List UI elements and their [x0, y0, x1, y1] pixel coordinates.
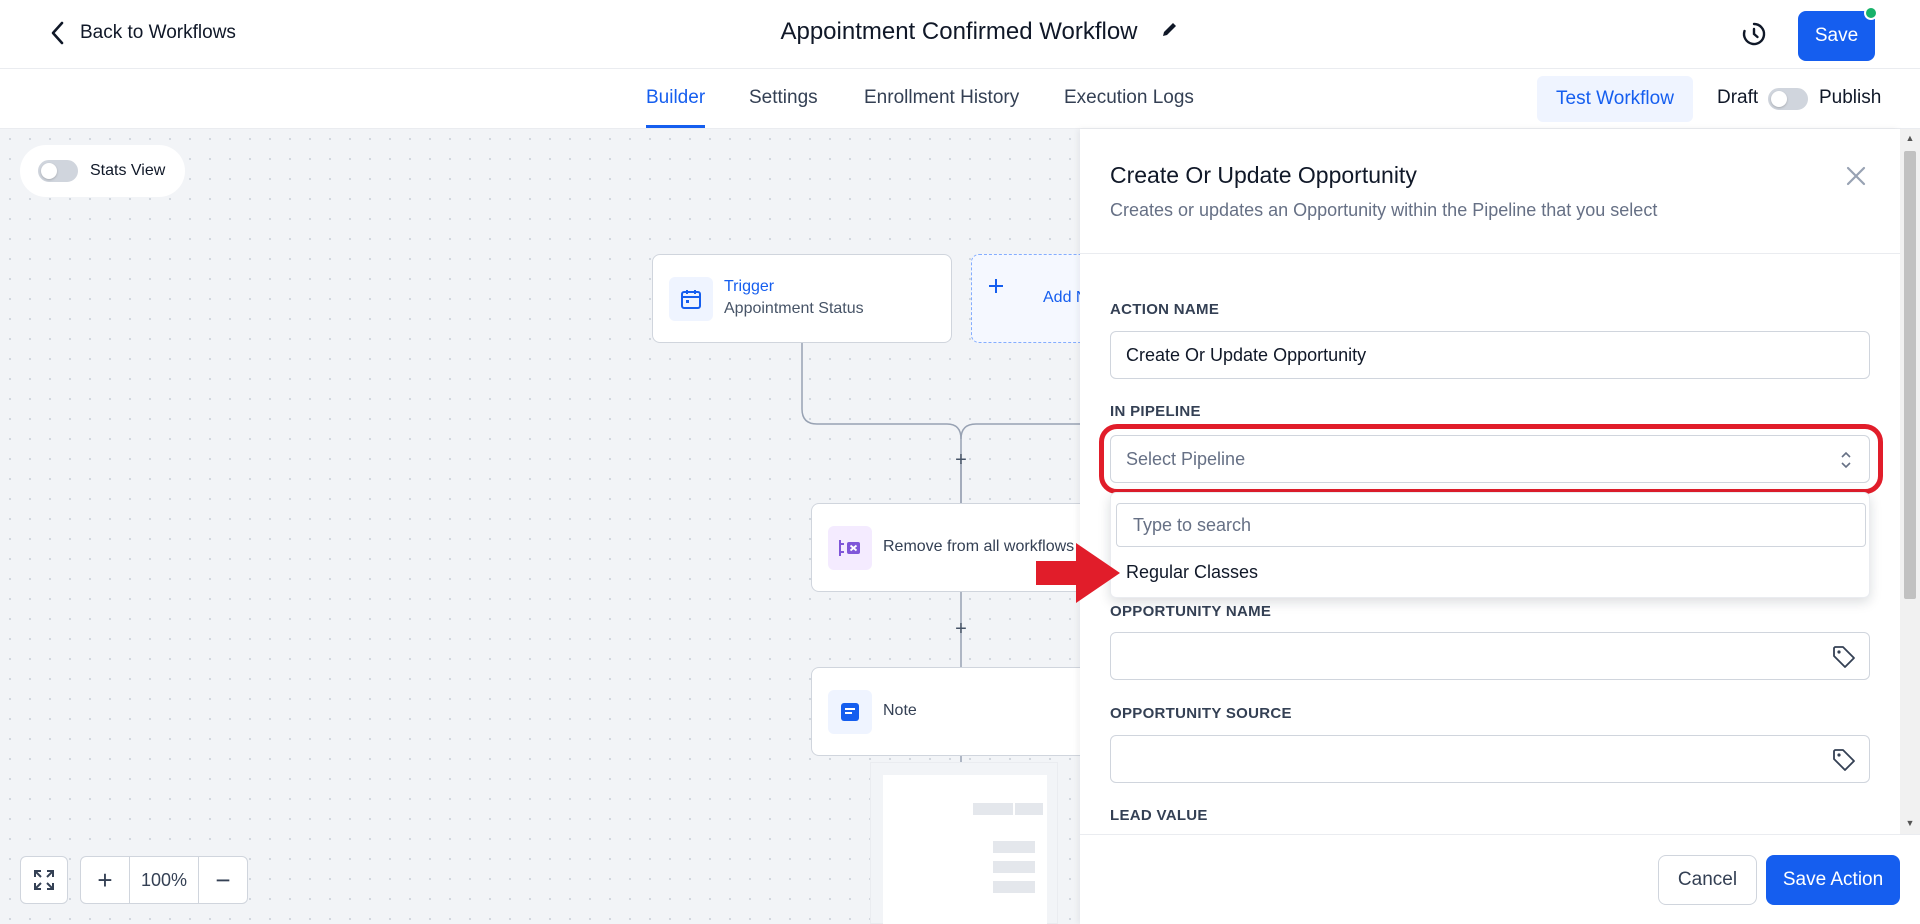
trigger-node[interactable]: Trigger Appointment Status — [652, 254, 952, 343]
in-pipeline-label: IN PIPELINE — [1110, 403, 1201, 420]
add-step-plus-icon[interactable]: + — [951, 619, 971, 639]
cancel-button[interactable]: Cancel — [1658, 855, 1757, 905]
tab-builder[interactable]: Builder — [646, 87, 705, 109]
zoom-in-button[interactable]: + — [81, 857, 129, 903]
draft-label: Draft — [1717, 87, 1759, 108]
opportunity-name-label: OPPORTUNITY NAME — [1110, 603, 1272, 620]
tab-execution-logs[interactable]: Execution Logs — [1064, 87, 1194, 109]
publish-label: Publish — [1819, 87, 1882, 108]
lead-value-label: LEAD VALUE — [1110, 807, 1208, 824]
calendar-icon — [669, 277, 713, 321]
scrollbar-thumb[interactable] — [1904, 151, 1916, 599]
back-label: Back to Workflows — [80, 22, 236, 43]
history-icon[interactable] — [1740, 20, 1768, 48]
action-panel: Create Or Update Opportunity Creates or … — [1080, 129, 1900, 924]
note-node[interactable]: Note — [811, 667, 1080, 756]
opportunity-source-input[interactable] — [1110, 735, 1870, 783]
active-tab-indicator — [646, 125, 705, 128]
action-name-label: ACTION NAME — [1110, 301, 1220, 318]
tab-enrollment-history[interactable]: Enrollment History — [864, 87, 1019, 109]
back-to-workflows-link[interactable]: Back to Workflows — [48, 20, 236, 46]
annotation-arrow-icon — [1036, 543, 1120, 603]
minimap-viewport — [883, 775, 1047, 924]
workflow-canvas[interactable]: Stats View + + Trigger Appointment Statu… — [0, 129, 1080, 924]
zoom-out-button[interactable]: − — [199, 857, 247, 903]
save-action-button[interactable]: Save Action — [1766, 855, 1900, 905]
tabs-bar: Builder Settings Enrollment History Exec… — [0, 69, 1920, 129]
panel-header: Create Or Update Opportunity Creates or … — [1080, 129, 1900, 254]
panel-scrollbar[interactable]: ▲ ▼ — [1900, 129, 1920, 834]
tab-settings[interactable]: Settings — [749, 87, 818, 109]
publish-toggle[interactable] — [1768, 88, 1808, 110]
scroll-up-icon[interactable]: ▲ — [1905, 134, 1915, 143]
add-new-trigger-label: Add N — [1043, 289, 1080, 306]
workflow-title: Appointment Confirmed Workflow — [780, 18, 1138, 45]
note-icon — [828, 690, 872, 734]
fit-view-button[interactable] — [20, 856, 68, 904]
pipeline-dropdown: Type to search Regular Classes — [1110, 492, 1870, 598]
panel-title: Create Or Update Opportunity — [1110, 162, 1417, 188]
zoom-level: 100% — [129, 857, 199, 903]
minimap[interactable] — [870, 762, 1058, 924]
pencil-icon[interactable] — [1160, 18, 1180, 46]
unsaved-status-dot — [1864, 6, 1878, 20]
tag-icon[interactable] — [1831, 644, 1857, 670]
zoom-controls: + 100% − — [80, 856, 248, 904]
pipeline-search-input[interactable]: Type to search — [1116, 503, 1866, 547]
top-header: Back to Workflows Appointment Confirmed … — [0, 0, 1920, 69]
chevron-left-icon — [51, 21, 64, 45]
panel-footer: Cancel Save Action — [1080, 834, 1920, 924]
opportunity-name-input[interactable] — [1110, 632, 1870, 680]
test-workflow-button[interactable]: Test Workflow — [1537, 76, 1693, 122]
title-row: Appointment Confirmed Workflow — [0, 18, 1920, 46]
save-button[interactable]: Save — [1798, 11, 1875, 61]
add-new-trigger-node[interactable]: Add N — [971, 254, 1080, 343]
annotation-highlight-box — [1099, 424, 1883, 494]
pipeline-option[interactable]: Regular Classes — [1126, 562, 1258, 583]
close-icon[interactable] — [1843, 163, 1869, 189]
expand-icon — [34, 870, 54, 890]
remove-workflow-icon — [828, 526, 872, 570]
trigger-title: Trigger — [724, 278, 775, 295]
trigger-subtitle: Appointment Status — [724, 300, 864, 317]
add-step-plus-icon[interactable]: + — [951, 450, 971, 470]
action-name-input[interactable]: Create Or Update Opportunity — [1110, 331, 1870, 379]
tag-icon[interactable] — [1831, 747, 1857, 773]
opportunity-source-label: OPPORTUNITY SOURCE — [1110, 705, 1292, 722]
note-label: Note — [883, 702, 917, 719]
scroll-down-icon[interactable]: ▼ — [1905, 819, 1915, 828]
panel-subtitle: Creates or updates an Opportunity within… — [1110, 200, 1658, 220]
plus-icon — [986, 276, 1006, 301]
